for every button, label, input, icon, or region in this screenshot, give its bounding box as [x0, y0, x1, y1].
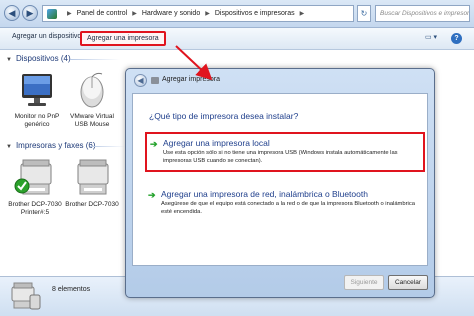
- mouse-icon: [80, 72, 104, 108]
- dialog-body: ¿Qué tipo de impresora desea instalar? ➔…: [132, 93, 428, 266]
- command-bar: Agregar un dispositivo Agregar una impre…: [0, 28, 474, 50]
- chevron-right-icon: ▶: [205, 11, 210, 17]
- refresh-icon[interactable]: ↻: [357, 5, 371, 22]
- control-panel-icon: [47, 8, 57, 19]
- dialog-title: Agregar impresora: [162, 76, 220, 83]
- dialog-back-button[interactable]: ◀: [134, 74, 147, 87]
- chevron-right-icon: ▶: [299, 11, 305, 17]
- green-arrow-icon: ➔: [150, 139, 158, 149]
- add-printer-dialog: ◀ Agregar impresora ¿Qué tipo de impreso…: [125, 68, 435, 298]
- next-button[interactable]: Siguiente: [344, 275, 384, 290]
- device-monitor[interactable]: Monitor no PnP genérico: [10, 72, 64, 129]
- breadcrumb-item-control-panel[interactable]: Panel de control: [77, 10, 128, 17]
- view-options-icon[interactable]: ▭ ▾: [425, 33, 437, 41]
- group-divider: [70, 59, 120, 60]
- cancel-button[interactable]: Cancelar: [388, 275, 428, 290]
- monitor-icon: [22, 74, 52, 106]
- printer-brother[interactable]: Brother DCP-7030: [65, 158, 119, 209]
- green-arrow-icon: ➔: [148, 190, 156, 200]
- search-input[interactable]: Buscar Dispositivos e impresoras: [375, 5, 470, 22]
- devices-printers-icon: [11, 282, 41, 310]
- add-network-printer-option[interactable]: ➔ Agregar una impresora de red, inalámbr…: [145, 185, 425, 229]
- forward-button[interactable]: ▶: [22, 5, 38, 21]
- option-title: Agregar una impresora local: [163, 138, 270, 148]
- breadcrumb-item-hardware[interactable]: Hardware y sonido: [142, 10, 200, 17]
- dialog-question: ¿Qué tipo de impresora desea instalar?: [149, 111, 299, 121]
- chevron-right-icon: ▶: [132, 11, 137, 17]
- printer-icon: [14, 159, 52, 195]
- item-count: 8 elementos: [52, 286, 91, 293]
- breadcrumb[interactable]: ▶ Panel de control ▶ Hardware y sonido ▶…: [42, 5, 354, 22]
- add-printer-button[interactable]: Agregar una impresora: [80, 31, 166, 46]
- printer-brother-default[interactable]: Brother DCP-7030 Printer#:5: [8, 158, 62, 217]
- chevron-down-icon: ▼: [6, 57, 12, 63]
- option-description: Asegúrese de que el equipo está conectad…: [161, 201, 415, 215]
- option-description: Use esta opción sólo si no tiene una imp…: [163, 150, 398, 164]
- group-header-printers[interactable]: ▼ Impresoras y faxes (6): [6, 141, 96, 150]
- printer-icon: [77, 159, 109, 195]
- breadcrumb-item-devices[interactable]: Dispositivos e impresoras: [215, 10, 295, 17]
- option-title: Agregar una impresora de red, inalámbric…: [161, 189, 368, 199]
- add-device-button[interactable]: Agregar un dispositivo: [12, 33, 81, 40]
- add-local-printer-option[interactable]: ➔ Agregar una impresora local Use esta o…: [145, 132, 425, 172]
- group-header-devices[interactable]: ▼ Dispositivos (4): [6, 54, 71, 63]
- chevron-down-icon: ▼: [6, 144, 12, 150]
- help-icon[interactable]: ?: [451, 33, 462, 44]
- chevron-right-icon: ▶: [67, 11, 72, 17]
- dialog-titlebar: ◀ Agregar impresora: [126, 69, 434, 93]
- back-button[interactable]: ◀: [4, 5, 20, 21]
- group-divider: [90, 146, 125, 147]
- device-mouse[interactable]: VMware Virtual USB Mouse: [65, 72, 119, 129]
- address-bar: ◀ ▶ ▶ Panel de control ▶ Hardware y soni…: [0, 0, 474, 28]
- printer-icon: [151, 77, 159, 84]
